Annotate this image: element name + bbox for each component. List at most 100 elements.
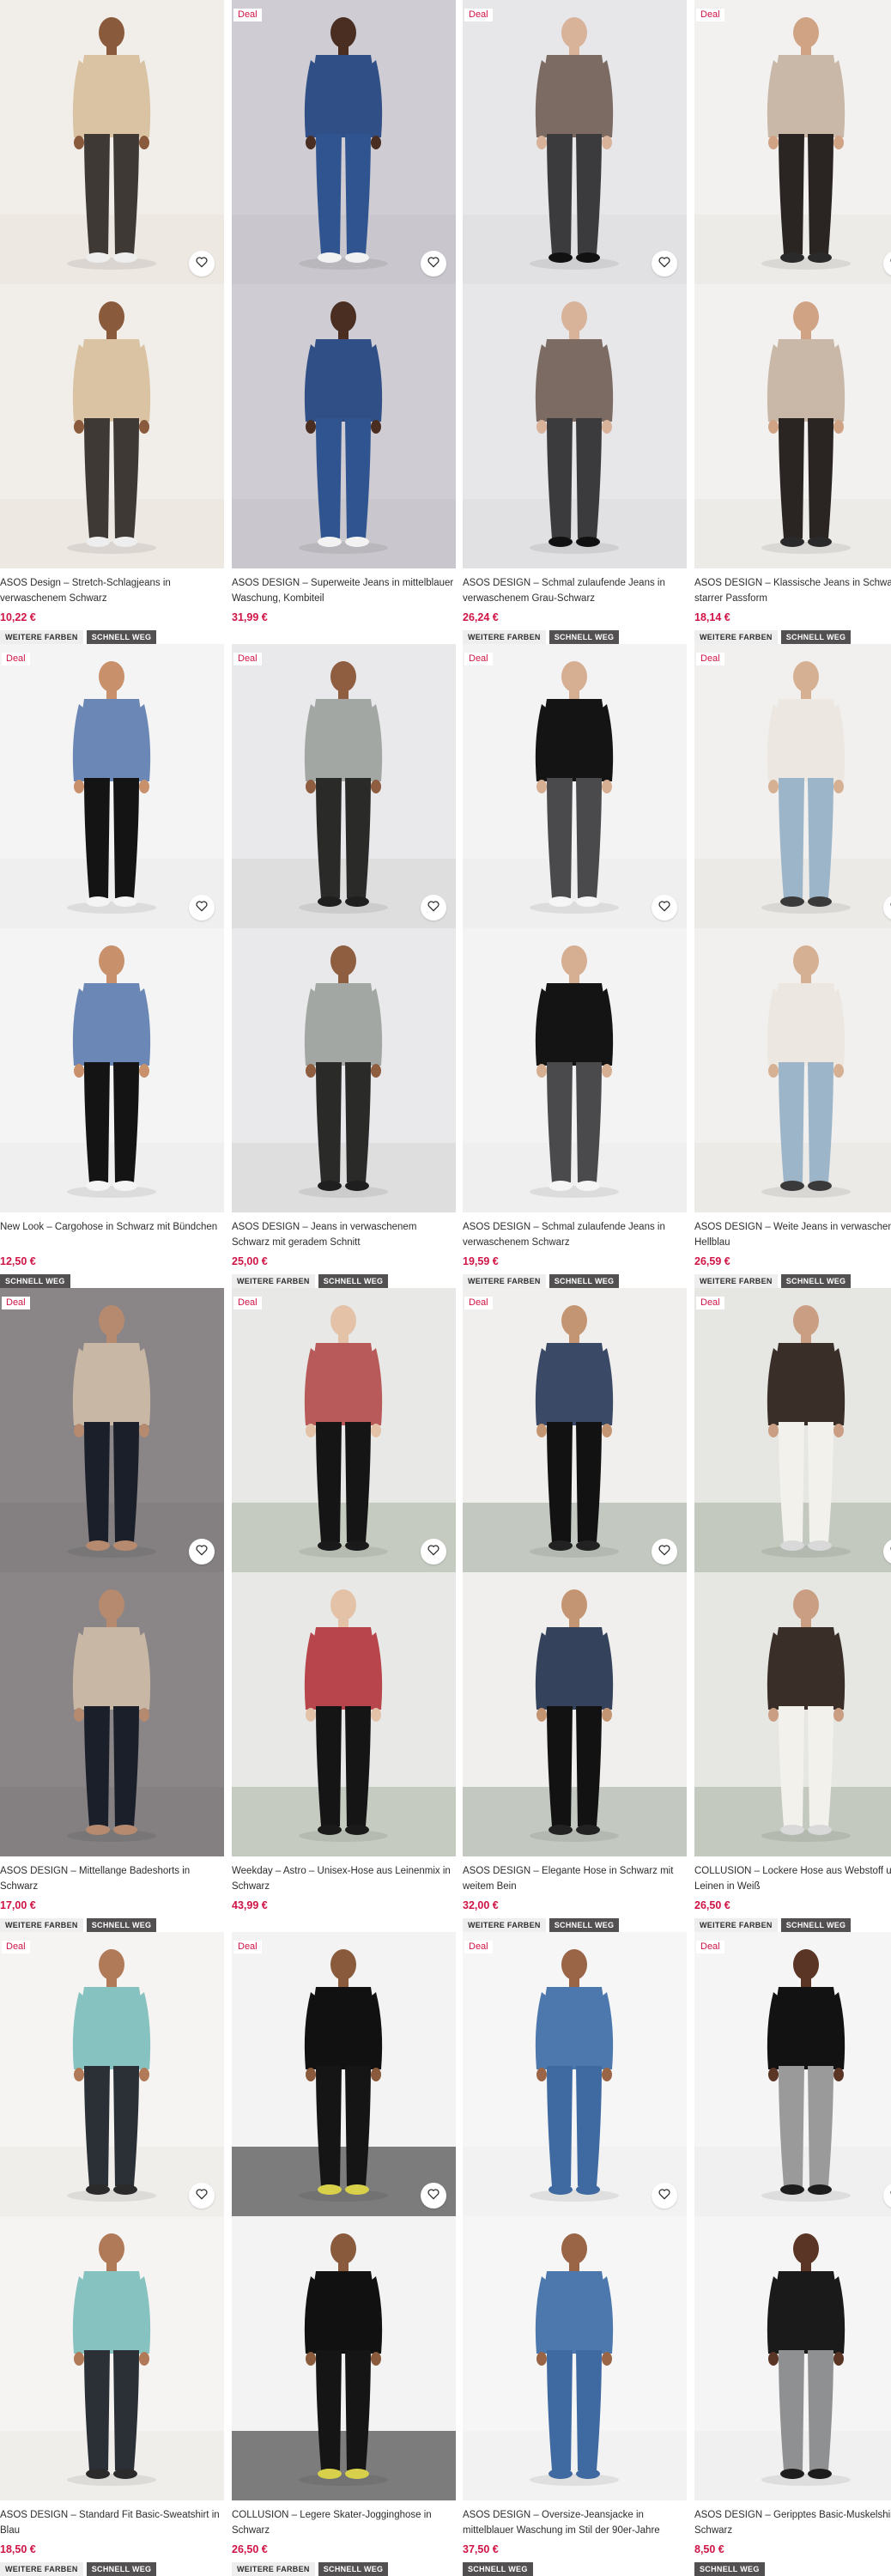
- product-title[interactable]: ASOS DESIGN – Klassische Jeans in Schwar…: [694, 575, 891, 606]
- product-price: 19,59 €: [463, 1255, 499, 1267]
- product-card[interactable]: Deal: [0, 1932, 224, 2576]
- product-card[interactable]: Deal: [0, 644, 224, 1288]
- product-photo-back[interactable]: [463, 2216, 687, 2500]
- product-photo-back[interactable]: [694, 928, 891, 1212]
- save-for-later-button[interactable]: [189, 2183, 215, 2208]
- product-photo-front[interactable]: [463, 1932, 687, 2216]
- product-card[interactable]: Deal: [463, 1932, 687, 2576]
- deal-badge: Deal: [464, 9, 493, 21]
- product-title[interactable]: New Look – Cargohose in Schwarz mit Bünd…: [0, 1219, 224, 1250]
- product-image[interactable]: Deal: [694, 0, 891, 568]
- product-image[interactable]: Deal: [232, 0, 456, 568]
- product-photo-back[interactable]: [694, 1572, 891, 1856]
- product-card[interactable]: Deal: [694, 644, 891, 1288]
- product-title[interactable]: COLLUSION – Legere Skater-Jogginghose in…: [232, 2507, 456, 2538]
- save-for-later-button[interactable]: [189, 895, 215, 920]
- save-for-later-button[interactable]: [652, 1539, 677, 1564]
- product-image[interactable]: Deal: [232, 1932, 456, 2500]
- product-card[interactable]: Deal: [232, 0, 456, 644]
- product-title[interactable]: ASOS DESIGN – Schmal zulaufende Jeans in…: [463, 1219, 687, 1250]
- save-for-later-button[interactable]: [652, 2183, 677, 2208]
- more-colors-badge: WEITERE FARBEN: [463, 1274, 546, 1288]
- product-photo-front[interactable]: [694, 644, 891, 928]
- product-image[interactable]: Deal: [0, 1932, 224, 2500]
- product-title[interactable]: ASOS DESIGN – Superweite Jeans in mittel…: [232, 575, 456, 606]
- product-image[interactable]: Deal: [463, 1932, 687, 2500]
- save-for-later-button[interactable]: [421, 2183, 446, 2208]
- product-photo-back[interactable]: [694, 284, 891, 568]
- product-photo-front[interactable]: [694, 1288, 891, 1572]
- product-card[interactable]: Deal: [694, 1932, 891, 2576]
- selling-fast-badge: SCHNELL WEG: [694, 2562, 765, 2576]
- product-title[interactable]: ASOS DESIGN – Oversize-Jeansjacke in mit…: [463, 2507, 687, 2538]
- product-photo-back[interactable]: [0, 1572, 224, 1856]
- product-title[interactable]: ASOS DESIGN – Mittellange Badeshorts in …: [0, 1863, 224, 1894]
- save-for-later-button[interactable]: [652, 895, 677, 920]
- product-image[interactable]: Deal: [232, 644, 456, 1212]
- product-photo-back[interactable]: [232, 928, 456, 1212]
- product-image[interactable]: Deal: [0, 644, 224, 1212]
- product-photo-front[interactable]: [694, 1932, 891, 2216]
- product-photo-front[interactable]: [232, 644, 456, 928]
- product-title[interactable]: ASOS DESIGN – Schmal zulaufende Jeans in…: [463, 575, 687, 606]
- product-photo-back[interactable]: [0, 2216, 224, 2500]
- save-for-later-button[interactable]: [189, 1539, 215, 1564]
- product-badges: SCHNELL WEG: [463, 2562, 687, 2576]
- product-title[interactable]: ASOS Design – Stretch-Schlagjeans in ver…: [0, 575, 224, 606]
- save-for-later-button[interactable]: [652, 251, 677, 276]
- product-photo-front[interactable]: [0, 1932, 224, 2216]
- product-photo-back[interactable]: [232, 284, 456, 568]
- product-card[interactable]: Deal: [232, 1288, 456, 1932]
- product-photo-front[interactable]: [232, 1288, 456, 1572]
- save-for-later-button[interactable]: [421, 895, 446, 920]
- product-title[interactable]: ASOS DESIGN – Standard Fit Basic-Sweatsh…: [0, 2507, 224, 2538]
- deal-badge: Deal: [464, 653, 493, 665]
- product-photo-front[interactable]: [463, 644, 687, 928]
- product-image[interactable]: Deal: [0, 1288, 224, 1856]
- product-photo-back[interactable]: [694, 2216, 891, 2500]
- product-card[interactable]: Deal: [232, 644, 456, 1288]
- save-for-later-button[interactable]: [421, 251, 446, 276]
- product-photo-front[interactable]: [0, 644, 224, 928]
- product-photo-back[interactable]: [0, 284, 224, 568]
- product-title[interactable]: ASOS DESIGN – Geripptes Basic-Muskelshir…: [694, 2507, 891, 2538]
- product-photo-front[interactable]: [232, 0, 456, 284]
- product-photo-front[interactable]: [0, 0, 224, 284]
- product-title[interactable]: COLLUSION – Lockere Hose aus Webstoff un…: [694, 1863, 891, 1894]
- product-photo-back[interactable]: [463, 1572, 687, 1856]
- product-card[interactable]: Deal: [694, 1288, 891, 1932]
- product-image[interactable]: Deal: [463, 644, 687, 1212]
- product-card[interactable]: Deal: [463, 644, 687, 1288]
- product-image[interactable]: [0, 0, 224, 568]
- product-photo-back[interactable]: [232, 1572, 456, 1856]
- product-title[interactable]: ASOS DESIGN – Elegante Hose in Schwarz m…: [463, 1863, 687, 1894]
- product-title[interactable]: ASOS DESIGN – Weite Jeans in verwaschene…: [694, 1219, 891, 1250]
- product-image[interactable]: Deal: [463, 1288, 687, 1856]
- product-photo-front[interactable]: [694, 0, 891, 284]
- product-card[interactable]: Deal: [232, 1932, 456, 2576]
- product-image[interactable]: Deal: [694, 1288, 891, 1856]
- product-photo-back[interactable]: [0, 928, 224, 1212]
- product-card[interactable]: ASOS Design – Stretch-Schlagjeans in ver…: [0, 0, 224, 644]
- product-image[interactable]: Deal: [694, 1932, 891, 2500]
- product-card[interactable]: Deal: [694, 0, 891, 644]
- product-badges: WEITERE FARBEN SCHNELL WEG: [232, 2562, 456, 2576]
- product-image[interactable]: Deal: [232, 1288, 456, 1856]
- save-for-later-button[interactable]: [189, 251, 215, 276]
- product-title[interactable]: Weekday – Astro – Unisex-Hose aus Leinen…: [232, 1863, 456, 1894]
- product-card[interactable]: Deal: [463, 0, 687, 644]
- product-badges: [232, 630, 456, 644]
- product-photo-back[interactable]: [232, 2216, 456, 2500]
- product-photo-back[interactable]: [463, 284, 687, 568]
- save-for-later-button[interactable]: [421, 1539, 446, 1564]
- product-image[interactable]: Deal: [694, 644, 891, 1212]
- product-photo-front[interactable]: [232, 1932, 456, 2216]
- product-photo-front[interactable]: [463, 0, 687, 284]
- product-image[interactable]: Deal: [463, 0, 687, 568]
- product-photo-back[interactable]: [463, 928, 687, 1212]
- product-photo-front[interactable]: [0, 1288, 224, 1572]
- product-card[interactable]: Deal: [0, 1288, 224, 1932]
- product-card[interactable]: Deal: [463, 1288, 687, 1932]
- product-photo-front[interactable]: [463, 1288, 687, 1572]
- product-title[interactable]: ASOS DESIGN – Jeans in verwaschenem Schw…: [232, 1219, 456, 1250]
